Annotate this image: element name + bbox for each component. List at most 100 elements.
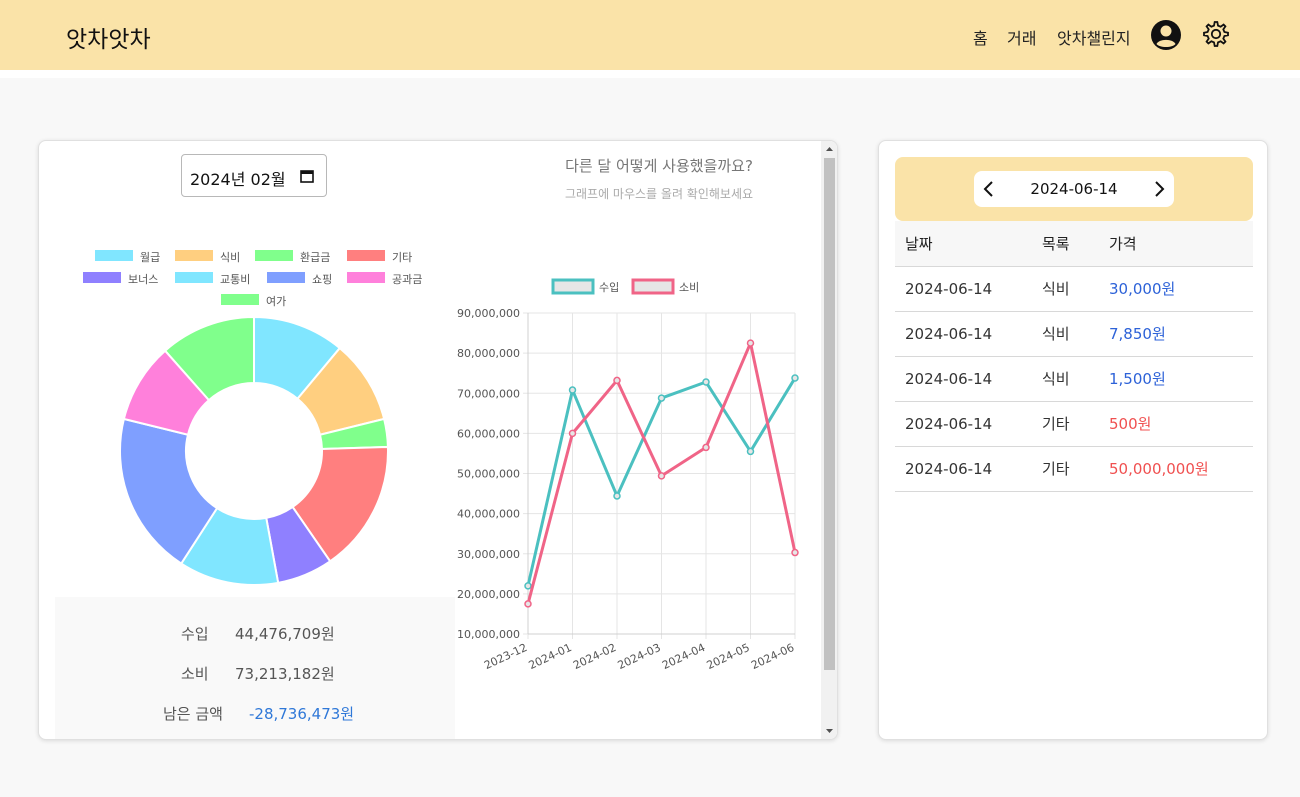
line-legend-swatch [631, 278, 675, 295]
table-row[interactable]: 2024-06-14 식비 30,000원 [895, 266, 1253, 312]
legend-label: 환급금 [300, 251, 331, 264]
monthly-line-chart[interactable]: 수입 소비 10,000,000 20,000,000 30,000,000 40,000… [439, 271, 819, 681]
gear-icon[interactable] [1199, 19, 1231, 51]
expense-value: 73,213,182원 [235, 665, 335, 683]
data-point[interactable] [568, 429, 577, 438]
x-tick-label: 2024-06 [749, 641, 796, 672]
y-tick-label: 40,000,000 [457, 508, 520, 521]
line-legend-item[interactable]: 수입 [551, 278, 619, 295]
data-point[interactable] [791, 374, 799, 382]
legend-label: 식비 [220, 251, 241, 264]
cell-date: 2024-06-14 [895, 266, 1032, 312]
cell-date: 2024-06-14 [895, 446, 1032, 492]
legend-label: 월급 [140, 251, 161, 264]
table-row[interactable]: 2024-06-14 식비 1,500원 [895, 356, 1253, 402]
category-doughnut-chart[interactable] [119, 316, 389, 586]
cell-price: 30,000원 [1099, 266, 1253, 312]
y-tick-label: 80,000,000 [457, 347, 520, 360]
line-legend-swatch [551, 278, 595, 295]
daily-transactions-card: 2024-06-14 날짜 목록 가격 2024-06-14 식비 30,000… [878, 140, 1268, 740]
navbar-underline [0, 70, 1300, 78]
graph-title: 다른 달 어떻게 사용했을까요? [565, 157, 753, 175]
card-scrollbar[interactable] [821, 141, 837, 739]
line-legend-label: 소비 [679, 281, 699, 294]
data-point[interactable] [657, 394, 666, 402]
scroll-down-button[interactable] [821, 722, 837, 739]
data-point[interactable] [746, 339, 755, 347]
legend-label: 보너스 [128, 273, 159, 286]
brand-logo[interactable]: 앗차앗차 [66, 20, 151, 54]
legend-label: 쇼핑 [312, 273, 333, 286]
legend-swatch [83, 272, 121, 283]
cell-category: 식비 [1032, 266, 1099, 312]
summary-panel: 수입 44,476,709원 소비 73,213,182원 남은 금액 -28,… [55, 597, 455, 739]
data-point[interactable] [568, 386, 577, 394]
data-point[interactable] [613, 376, 621, 385]
y-tick-label: 70,000,000 [457, 387, 520, 400]
legend-swatch [175, 272, 213, 283]
y-tick-label: 60,000,000 [457, 427, 520, 440]
data-point[interactable] [524, 582, 532, 590]
y-tick-label: 10,000,000 [457, 628, 520, 641]
data-point[interactable] [657, 472, 666, 480]
y-tick-label: 20,000,000 [457, 588, 520, 601]
nav-transactions[interactable]: 거래 [1007, 25, 1036, 49]
line-legend-label: 수입 [599, 281, 619, 294]
legend-swatch [347, 250, 385, 261]
legend-label: 여가 [266, 295, 287, 308]
data-point[interactable] [746, 447, 755, 456]
cell-category: 기타 [1032, 401, 1099, 447]
transactions-table: 날짜 목록 가격 2024-06-14 식비 30,000원 2024-06-1… [895, 221, 1253, 492]
data-point[interactable] [702, 443, 710, 452]
month-picker-input[interactable]: 2024년 02월 [181, 154, 327, 197]
cell-date: 2024-06-14 [895, 401, 1032, 447]
cell-price: 50,000,000원 [1099, 446, 1253, 492]
graph-subtitle: 그래프에 마우스를 올려 확인해보세요 [564, 187, 754, 201]
y-tick-label: 50,000,000 [457, 468, 520, 481]
nav-home[interactable]: 홈 [973, 25, 988, 49]
legend-swatch [347, 272, 385, 283]
cell-price: 500원 [1099, 401, 1253, 447]
x-tick-label: 2024-02 [571, 641, 618, 672]
table-row[interactable]: 2024-06-14 기타 500원 [895, 401, 1253, 447]
x-tick-label: 2024-03 [616, 641, 663, 672]
remain-value: -28,736,473원 [249, 705, 355, 723]
cell-price: 1,500원 [1099, 356, 1253, 402]
x-tick-label: 2024-05 [705, 641, 752, 672]
nav-challenge[interactable]: 앗차챌린지 [1057, 25, 1131, 49]
month-picker-value: 2024년 02월 [190, 170, 286, 189]
legend-label: 기타 [392, 251, 413, 264]
cell-category: 기타 [1032, 446, 1099, 492]
legend-swatch [255, 250, 293, 261]
cell-date: 2024-06-14 [895, 356, 1032, 402]
header-category: 목록 [1032, 221, 1099, 267]
scroll-thumb[interactable] [824, 158, 835, 670]
monthly-summary-card: 2024년 02월 다른 달 어떻게 사용했을까요? 그래프에 마우스를 올려 … [38, 140, 838, 740]
x-tick-label: 2023-12 [482, 641, 529, 672]
top-navbar: 앗차앗차 홈 거래 앗차챌린지 [0, 0, 1300, 70]
data-point[interactable] [791, 548, 799, 557]
cell-price: 7,850원 [1099, 311, 1253, 357]
scroll-up-button[interactable] [821, 141, 837, 158]
data-point[interactable] [702, 378, 710, 386]
x-tick-label: 2024-04 [660, 641, 707, 672]
legend-label: 교통비 [220, 273, 251, 286]
cell-category: 식비 [1032, 311, 1099, 357]
cell-date: 2024-06-14 [895, 311, 1032, 357]
legend-swatch [175, 250, 213, 261]
calendar-icon[interactable] [300, 168, 314, 187]
line-legend-item[interactable]: 소비 [631, 278, 699, 295]
table-row[interactable]: 2024-06-14 식비 7,850원 [895, 311, 1253, 357]
user-circle-icon[interactable] [1150, 19, 1182, 51]
chevron-right-icon[interactable] [1150, 180, 1168, 198]
legend-swatch [95, 250, 133, 261]
data-point[interactable] [524, 600, 532, 608]
x-tick-label: 2024-01 [527, 641, 574, 672]
current-date: 2024-06-14 [1030, 180, 1118, 198]
date-pill: 2024-06-14 [974, 171, 1174, 207]
cell-category: 식비 [1032, 356, 1099, 402]
data-point[interactable] [613, 492, 621, 500]
income-value: 44,476,709원 [235, 625, 335, 643]
table-row[interactable]: 2024-06-14 기타 50,000,000원 [895, 446, 1253, 492]
income-label: 수입 [181, 625, 209, 643]
